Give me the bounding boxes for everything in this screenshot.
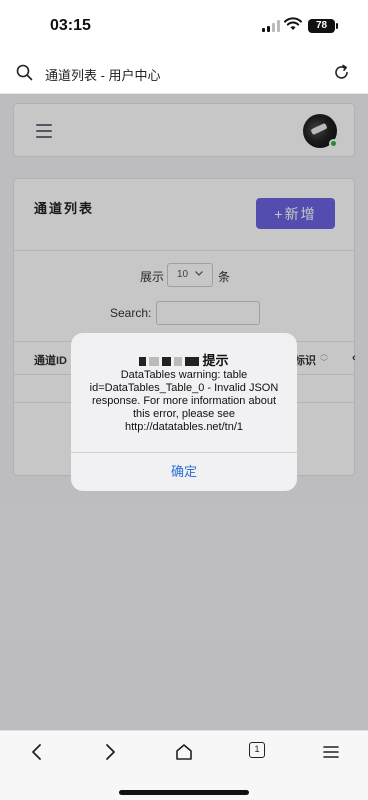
alert-dialog: 提示 DataTables warning: table id=DataTabl… — [71, 333, 297, 491]
forward-icon[interactable] — [103, 742, 117, 762]
battery-icon: 78 — [308, 19, 338, 33]
redaction-block — [185, 357, 200, 367]
menu-icon[interactable] — [322, 742, 340, 762]
redaction-block — [174, 357, 183, 367]
redaction-block — [149, 357, 160, 367]
status-bar: 03:15 78 — [0, 0, 368, 52]
alert-title: 提示 — [71, 350, 297, 369]
address-bar[interactable]: 通道列表 - 用户中心 — [0, 52, 368, 94]
redaction-block — [139, 357, 147, 367]
home-icon[interactable] — [174, 742, 194, 762]
status-time: 03:15 — [50, 17, 91, 34]
alert-title-text: 提示 — [202, 353, 229, 368]
home-indicator — [119, 790, 249, 795]
page-url-title[interactable]: 通道列表 - 用户中心 — [45, 65, 161, 84]
cellular-signal-icon — [262, 20, 280, 32]
redaction-block — [162, 357, 172, 367]
ok-button[interactable]: 确定 — [71, 452, 297, 491]
wifi-icon — [284, 17, 302, 30]
tabs-icon[interactable]: 1 — [249, 742, 265, 758]
alert-message: DataTables warning: table id=DataTables_… — [89, 369, 279, 433]
back-icon[interactable] — [30, 742, 44, 762]
search-icon — [16, 64, 33, 81]
reload-icon[interactable] — [333, 64, 350, 81]
